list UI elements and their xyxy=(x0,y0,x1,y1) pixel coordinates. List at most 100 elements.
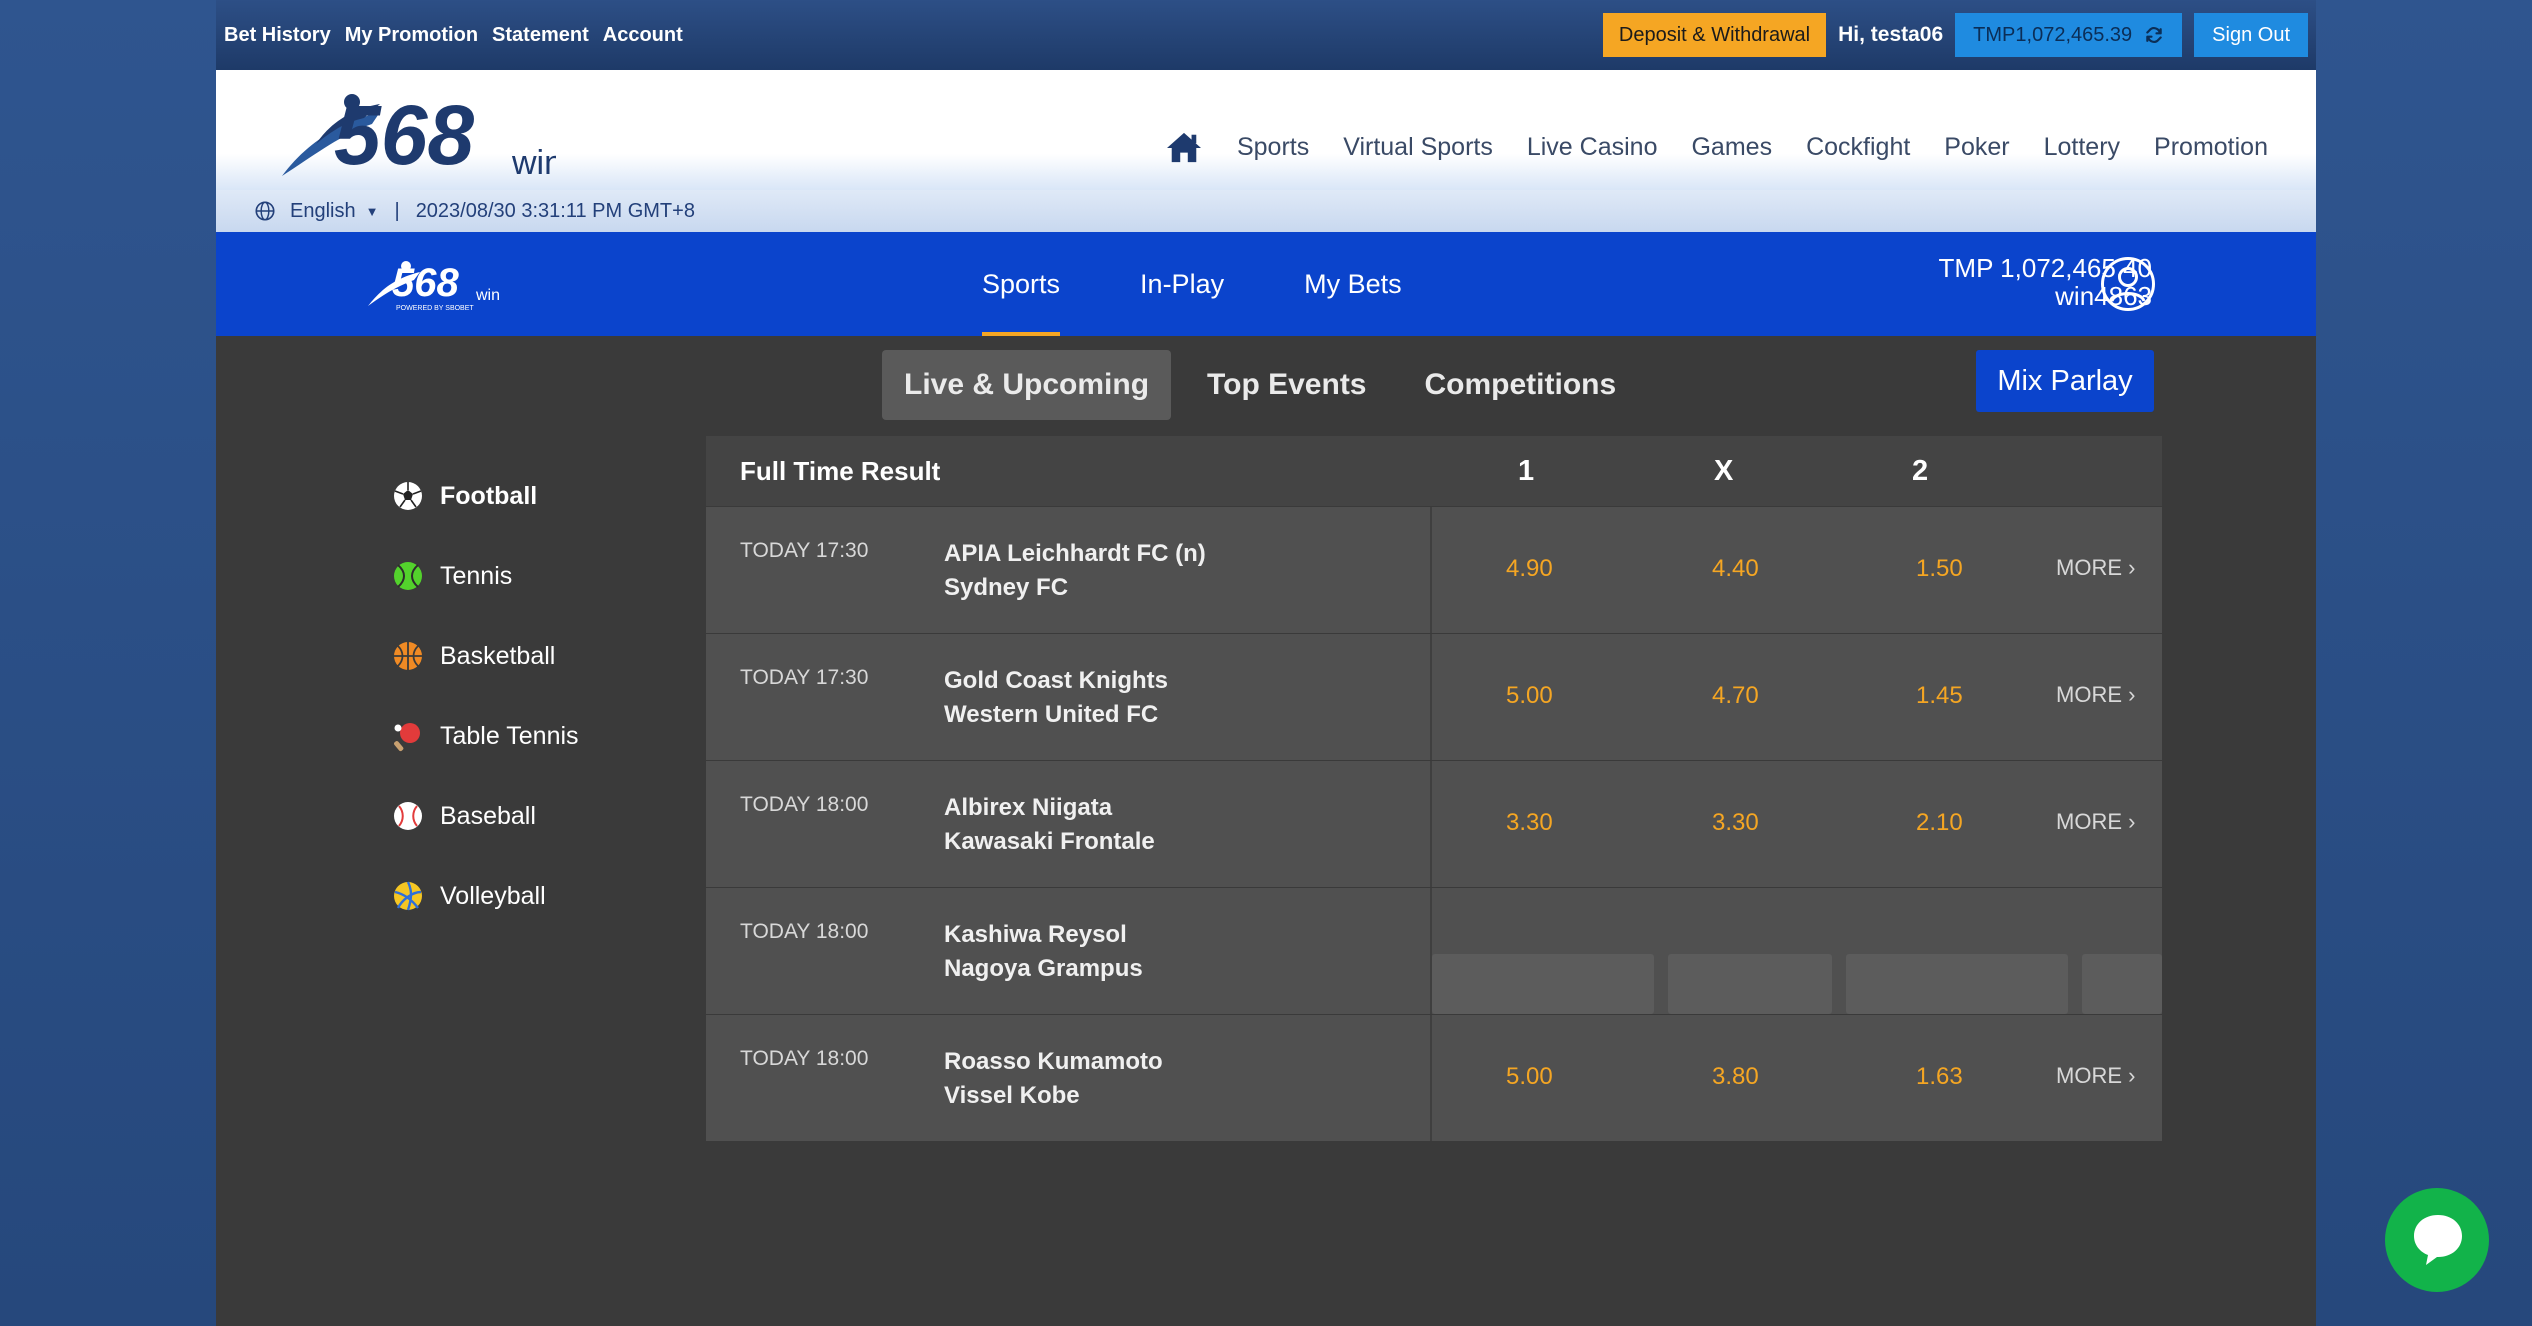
odds-away[interactable]: 2.10 xyxy=(1916,809,1963,837)
my-promotion-link[interactable]: My Promotion xyxy=(345,24,478,47)
tab-in-play[interactable]: In-Play xyxy=(1140,232,1224,336)
greeting-text: Hi, testa06 xyxy=(1838,23,1944,46)
away-team: Kawasaki Frontale xyxy=(944,828,1155,855)
nav-sports[interactable]: Sports xyxy=(1237,133,1309,162)
live-chat-button[interactable] xyxy=(2385,1188,2489,1292)
current-datetime: 2023/08/30 3:31:11 PM GMT+8 xyxy=(415,199,695,222)
more-markets-link[interactable]: MORE › xyxy=(2056,1063,2135,1089)
more-markets-link[interactable]: MORE › xyxy=(2056,809,2135,835)
odds-away[interactable]: 1.63 xyxy=(1916,1063,1963,1091)
column-draw: X xyxy=(1714,454,1734,487)
nav-lottery[interactable]: Lottery xyxy=(2044,133,2120,162)
match-row[interactable]: TODAY 18:00 Albirex Niigata Kawasaki Fro… xyxy=(706,760,2162,887)
sign-out-button[interactable]: Sign Out xyxy=(2194,13,2308,57)
odds-loading-placeholder xyxy=(1432,954,1654,1014)
match-row[interactable]: TODAY 17:30 Gold Coast Knights Western U… xyxy=(706,633,2162,760)
chat-bubble-icon xyxy=(2414,1215,2462,1265)
row-divider xyxy=(1430,761,1432,887)
chevron-down-icon[interactable]: ▼ xyxy=(366,204,379,219)
column-away: 2 xyxy=(1912,454,1929,487)
market-title: Full Time Result xyxy=(740,455,941,486)
sportsbook-logo[interactable]: 568 win POWERED BY SBOBET xyxy=(366,254,506,314)
more-label: MORE xyxy=(2056,555,2122,580)
subtab-competitions[interactable]: Competitions xyxy=(1403,350,1639,420)
odds-loading-placeholder xyxy=(1846,954,2068,1014)
match-row[interactable]: TODAY 17:30 APIA Leichhardt FC (n) Sydne… xyxy=(706,506,2162,633)
main-nav: Sports Virtual Sports Live Casino Games … xyxy=(1165,130,2268,164)
odds-draw[interactable]: 3.80 xyxy=(1712,1063,1759,1091)
row-divider xyxy=(1430,1015,1432,1141)
refresh-icon[interactable] xyxy=(2144,25,2164,45)
nav-games[interactable]: Games xyxy=(1691,133,1772,162)
mix-parlay-button[interactable]: Mix Parlay xyxy=(1976,350,2154,412)
odds-draw[interactable]: 4.40 xyxy=(1712,555,1759,583)
nav-poker[interactable]: Poker xyxy=(1944,133,2009,162)
sidebar-item-tennis[interactable]: Tennis xyxy=(392,536,579,616)
odds-draw[interactable]: 4.70 xyxy=(1712,682,1759,710)
odds-home[interactable]: 5.00 xyxy=(1506,1063,1553,1091)
sidebar-item-label: Volleyball xyxy=(440,881,546,910)
sidebar-item-football[interactable]: Football xyxy=(392,456,579,536)
tab-sports[interactable]: Sports xyxy=(982,232,1061,336)
balance-pill[interactable]: TMP1,072,465.39 xyxy=(1955,13,2183,57)
odds-home[interactable]: 4.90 xyxy=(1506,555,1553,583)
sidebar-item-label: Basketball xyxy=(440,641,556,670)
more-markets-link[interactable]: MORE › xyxy=(2056,682,2135,708)
match-time: TODAY 18:00 xyxy=(740,1047,869,1070)
odds-home[interactable]: 5.00 xyxy=(1506,682,1553,710)
sidebar-item-label: Table Tennis xyxy=(440,721,579,750)
home-icon[interactable] xyxy=(1165,130,1203,164)
home-team: Albirex Niigata xyxy=(944,794,1113,821)
match-row[interactable]: TODAY 18:00 Roasso Kumamoto Vissel Kobe … xyxy=(706,1014,2162,1141)
sidebar-item-table-tennis[interactable]: Table Tennis xyxy=(392,696,579,776)
odds-draw[interactable]: 3.30 xyxy=(1712,809,1759,837)
odds-loading-placeholder xyxy=(1668,954,1832,1014)
odds-away[interactable]: 1.50 xyxy=(1916,555,1963,583)
sportsbook-bar: 568 win POWERED BY SBOBET Sports In-Play… xyxy=(216,232,2316,336)
sidebar-item-baseball[interactable]: Baseball xyxy=(392,776,579,856)
site-header: 568 win Sports Virtual Sports Live Casin… xyxy=(216,70,2316,190)
row-divider xyxy=(1430,507,1432,633)
chevron-right-icon: › xyxy=(2128,555,2136,580)
bet-history-link[interactable]: Bet History xyxy=(224,24,331,47)
account-link[interactable]: Account xyxy=(603,24,683,47)
baseball-icon xyxy=(394,802,422,830)
away-team: Sydney FC xyxy=(944,574,1069,601)
nav-virtual-sports[interactable]: Virtual Sports xyxy=(1343,133,1493,162)
user-profile-icon[interactable] xyxy=(2100,256,2156,312)
odds-table-header: Full Time Result 1 X 2 xyxy=(706,436,2162,506)
sidebar-item-volleyball[interactable]: Volleyball xyxy=(392,856,579,936)
match-teams: Gold Coast Knights Western United FC xyxy=(944,664,1168,732)
account-links: Bet History My Promotion Statement Accou… xyxy=(224,0,683,70)
sports-sidebar: Football Tennis Basketball Table Tennis … xyxy=(392,456,579,936)
nav-promotion[interactable]: Promotion xyxy=(2154,133,2268,162)
nav-cockfight[interactable]: Cockfight xyxy=(1806,133,1910,162)
match-row[interactable]: TODAY 18:00 Kashiwa Reysol Nagoya Grampu… xyxy=(706,887,2162,1014)
sidebar-item-label: Football xyxy=(440,481,538,510)
nav-live-casino[interactable]: Live Casino xyxy=(1527,133,1658,162)
odds-away[interactable]: 1.45 xyxy=(1916,682,1963,710)
locale-strip: English ▼ | 2023/08/30 3:31:11 PM GMT+8 xyxy=(216,190,2316,232)
statement-link[interactable]: Statement xyxy=(492,24,589,47)
subtab-live-upcoming[interactable]: Live & Upcoming xyxy=(882,350,1172,420)
more-label: MORE xyxy=(2056,682,2122,707)
odds-home[interactable]: 3.30 xyxy=(1506,809,1553,837)
balance-amount: TMP1,072,465.39 xyxy=(1973,23,2133,46)
volleyball-icon xyxy=(394,881,422,911)
account-actions: Deposit & Withdrawal Hi, testa06 TMP1,07… xyxy=(1602,13,2308,57)
language-selector[interactable]: English xyxy=(290,200,356,223)
sidebar-item-label: Baseball xyxy=(440,801,536,830)
sidebar-item-basketball[interactable]: Basketball xyxy=(392,616,579,696)
top-bar: Bet History My Promotion Statement Accou… xyxy=(216,0,2316,70)
sidebar-item-label: Tennis xyxy=(440,561,513,590)
tab-my-bets[interactable]: My Bets xyxy=(1304,232,1402,336)
basketball-icon xyxy=(394,642,422,670)
sportsbook-logo-suffix: win xyxy=(475,287,500,304)
site-logo[interactable]: 568 win xyxy=(276,84,556,184)
deposit-withdrawal-button[interactable]: Deposit & Withdrawal xyxy=(1602,13,1827,57)
separator: | xyxy=(394,199,400,222)
more-markets-link[interactable]: MORE › xyxy=(2056,555,2135,581)
page: Bet History My Promotion Statement Accou… xyxy=(216,0,2316,1326)
subtab-top-events[interactable]: Top Events xyxy=(1185,350,1388,420)
sportsbook-content: Live & Upcoming Top Events Competitions … xyxy=(216,336,2316,1326)
